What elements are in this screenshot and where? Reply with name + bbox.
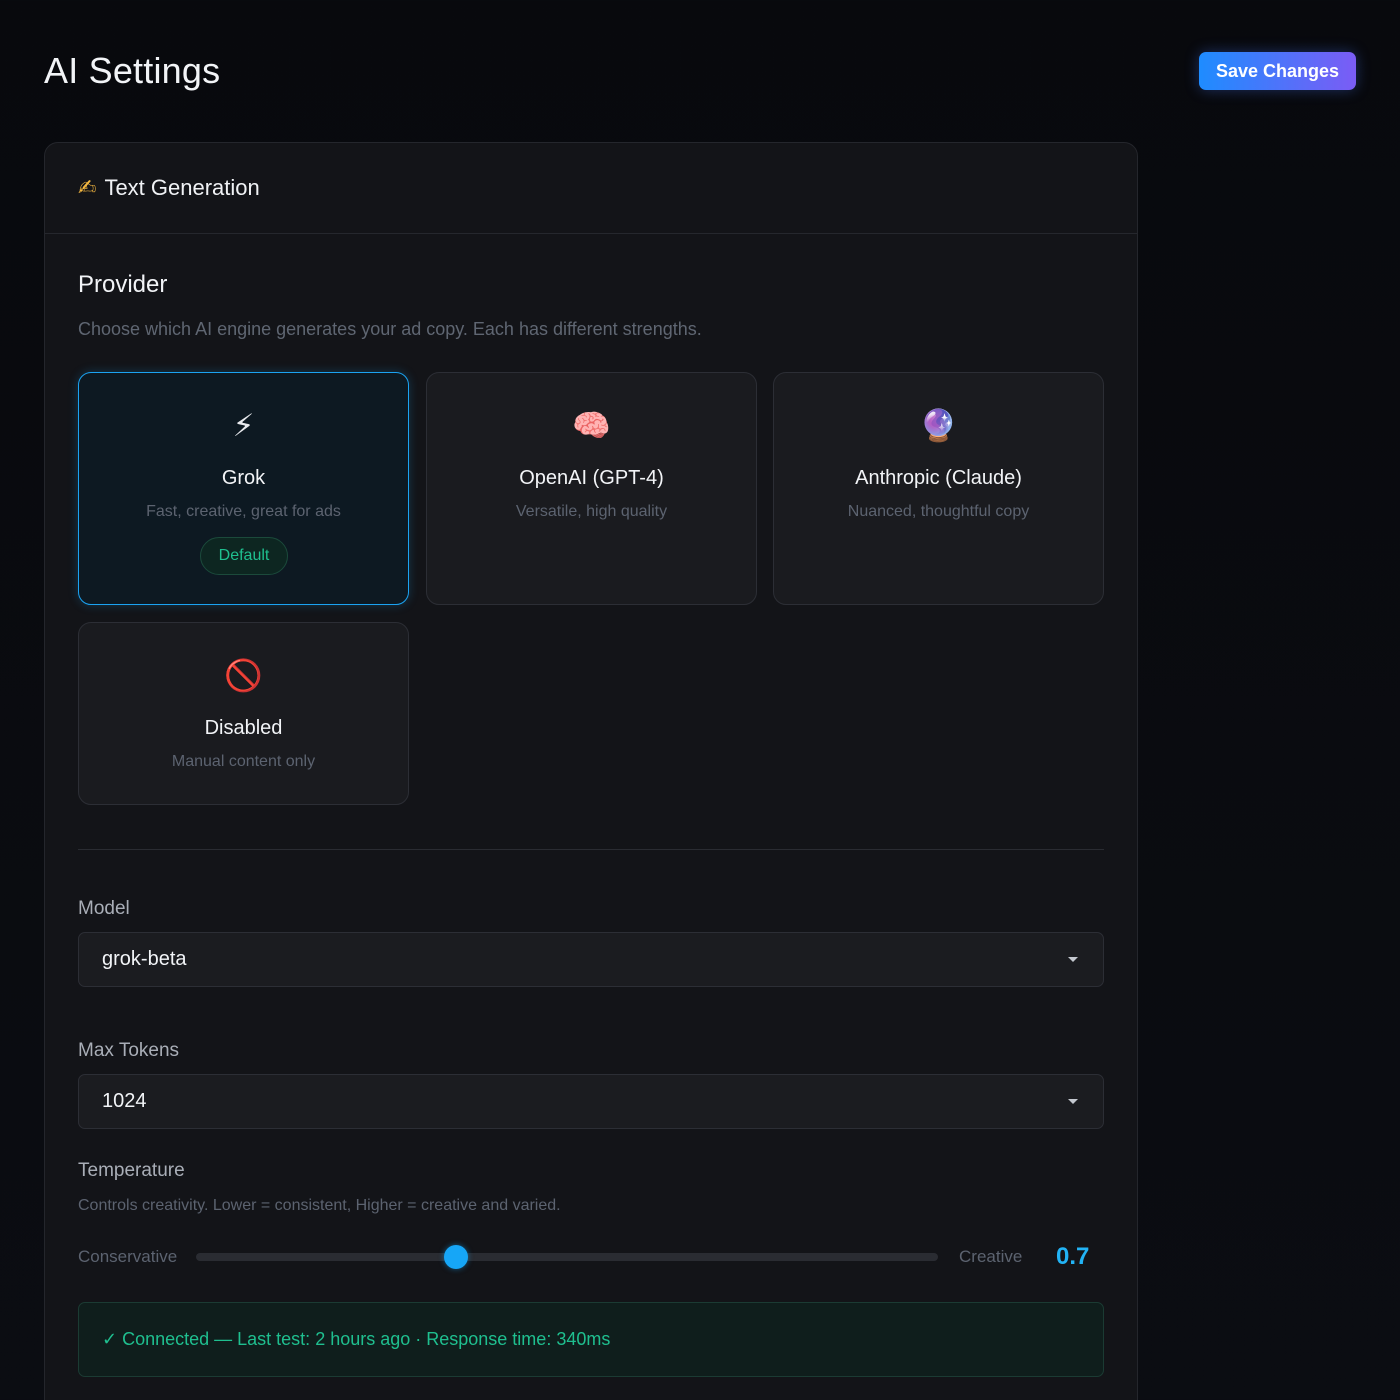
panel-header: ✍ Text Generation bbox=[45, 143, 1137, 234]
temperature-label: Temperature bbox=[78, 1160, 185, 1181]
temperature-slider-row: Conservative Creative 0.7 bbox=[78, 1239, 1104, 1279]
provider-card-openai[interactable]: 🧠 OpenAI (GPT-4) Versatile, high quality bbox=[426, 372, 757, 605]
provider-card-grok[interactable]: ⚡ Grok Fast, creative, great for ads Def… bbox=[78, 372, 409, 605]
prohibited-icon: 🚫 bbox=[224, 658, 263, 693]
page-title: AI Settings bbox=[44, 50, 221, 91]
temperature-slider-thumb[interactable] bbox=[443, 1245, 468, 1269]
max-tokens-select-value: 1024 bbox=[102, 1090, 147, 1112]
writing-hand-icon: ✍ bbox=[78, 175, 97, 200]
chevron-down-icon bbox=[1068, 1099, 1078, 1104]
save-changes-button[interactable]: Save Changes bbox=[1199, 52, 1356, 90]
brain-icon: 🧠 bbox=[572, 408, 611, 443]
provider-description: Fast, creative, great for ads bbox=[146, 503, 341, 520]
slider-max-label: Creative bbox=[959, 1247, 1023, 1266]
model-label: Model bbox=[78, 898, 130, 919]
provider-card-disabled[interactable]: 🚫 Disabled Manual content only bbox=[78, 622, 409, 805]
slider-min-label: Conservative bbox=[78, 1247, 178, 1266]
chevron-down-icon bbox=[1068, 957, 1078, 962]
provider-description: Choose which AI engine generates your ad… bbox=[78, 319, 702, 339]
model-select[interactable]: grok-beta bbox=[78, 932, 1104, 987]
lightning-icon: ⚡ bbox=[232, 408, 255, 443]
provider-name: Disabled bbox=[204, 717, 283, 739]
model-select-value: grok-beta bbox=[102, 948, 187, 970]
text-generation-panel: ✍ Text Generation Provider Choose which … bbox=[44, 142, 1138, 1400]
connection-status: ✓ Connected — Last test: 2 hours ago · R… bbox=[78, 1302, 1104, 1377]
max-tokens-label: Max Tokens bbox=[78, 1040, 180, 1061]
temperature-value: 0.7 bbox=[1056, 1243, 1090, 1270]
provider-title: Provider bbox=[78, 271, 168, 298]
crystal-ball-icon: 🔮 bbox=[919, 408, 958, 443]
provider-description: Nuanced, thoughtful copy bbox=[847, 503, 1030, 520]
provider-card-anthropic[interactable]: 🔮 Anthropic (Claude) Nuanced, thoughtful… bbox=[773, 372, 1104, 605]
provider-name: Grok bbox=[221, 467, 266, 489]
divider bbox=[78, 849, 1104, 850]
provider-name: Anthropic (Claude) bbox=[855, 467, 1022, 489]
max-tokens-select[interactable]: 1024 bbox=[78, 1074, 1104, 1129]
provider-description: Versatile, high quality bbox=[515, 503, 668, 520]
panel-title: Text Generation bbox=[104, 175, 260, 200]
temperature-description: Controls creativity. Lower = consistent,… bbox=[78, 1197, 561, 1214]
provider-name: OpenAI (GPT-4) bbox=[519, 467, 664, 489]
temperature-slider-track[interactable] bbox=[196, 1245, 938, 1269]
provider-description: Manual content only bbox=[171, 753, 316, 770]
default-badge: Default bbox=[200, 537, 288, 575]
